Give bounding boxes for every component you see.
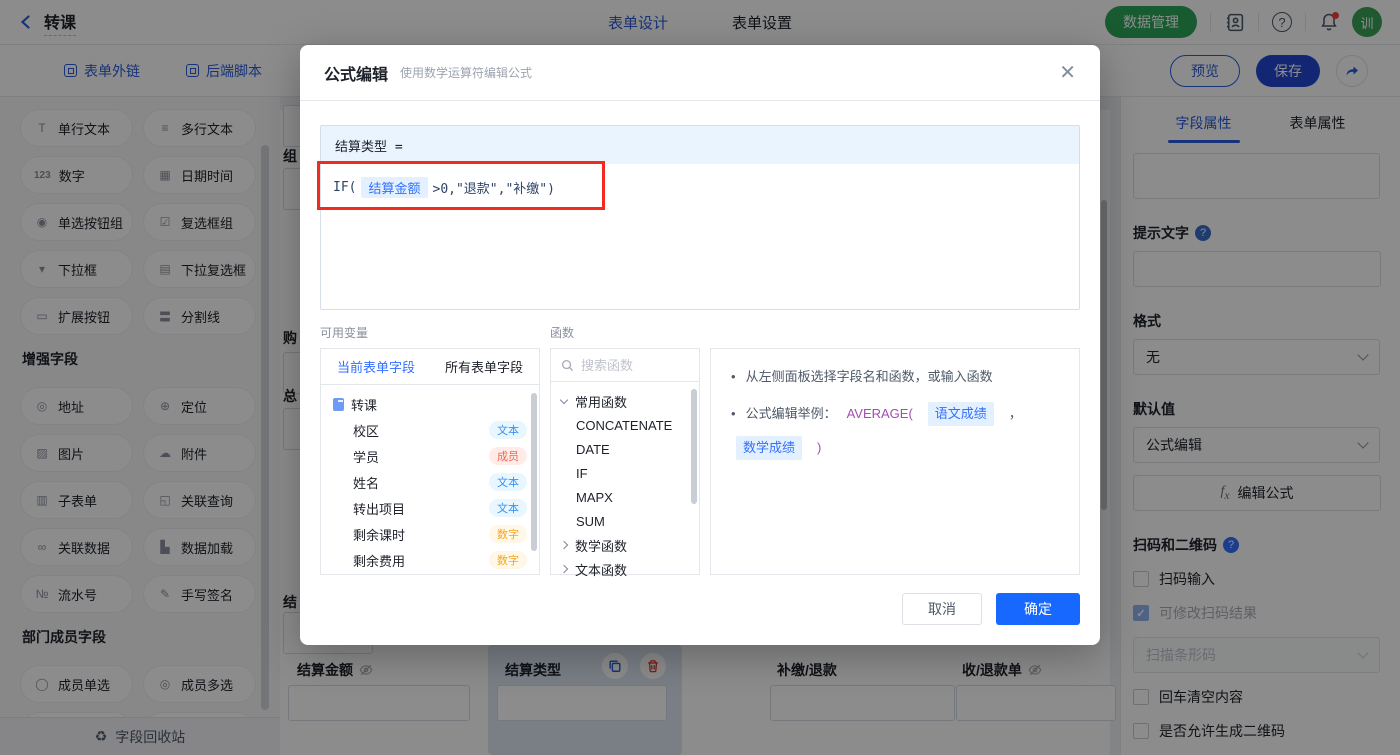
modal-footer: 取消 确定 — [902, 593, 1080, 625]
bullet: • — [731, 366, 736, 388]
close-icon[interactable]: ✕ — [1059, 63, 1076, 83]
example-close-paren: ) — [817, 437, 821, 459]
function-item-date[interactable]: DATE — [551, 437, 699, 461]
variable-row[interactable]: 剩余费用 数字 — [321, 547, 539, 573]
tip-line-2: • 公式编辑举例： AVERAGE( 语文成绩 ， 数学成绩 ) — [731, 402, 1059, 460]
panel-labels: 可用变量 函数 — [320, 324, 1080, 341]
functions-scrollbar[interactable] — [691, 389, 697, 504]
type-badge: 文本 — [489, 499, 527, 517]
function-group-text[interactable]: 文本函数 — [551, 557, 699, 581]
variables-list: 转课 校区 文本 学员 成员 姓名 文本 转出项目 — [321, 385, 539, 579]
modal-panels: 当前表单字段 所有表单字段 转课 校区 文本 学员 成员 — [320, 348, 1080, 575]
type-badge: 数字 — [489, 525, 527, 543]
modal-title: 公式编辑 — [324, 61, 388, 85]
form-doc-icon — [333, 398, 344, 411]
function-search-input[interactable] — [581, 358, 681, 373]
bullet: • — [731, 403, 736, 425]
tips-panel: • 从左侧面板选择字段名和函数，或输入函数 • 公式编辑举例： AVERAGE(… — [710, 348, 1080, 575]
variable-row[interactable]: 剩余课时 数字 — [321, 521, 539, 547]
type-badge: 文本 — [489, 473, 527, 491]
function-item-sum[interactable]: SUM — [551, 509, 699, 533]
chevron-right-icon — [560, 541, 568, 549]
variables-panel: 当前表单字段 所有表单字段 转课 校区 文本 学员 成员 — [320, 348, 540, 575]
example-function-name: AVERAGE( — [847, 403, 913, 425]
tab-current-form-fields[interactable]: 当前表单字段 — [337, 357, 415, 376]
function-group-common[interactable]: 常用函数 — [551, 389, 699, 413]
function-search — [551, 349, 699, 382]
variable-row[interactable]: 校区 文本 — [321, 417, 539, 443]
formula-target: 结算类型 = — [321, 126, 1079, 164]
function-group-math[interactable]: 数学函数 — [551, 533, 699, 557]
type-badge: 文本 — [489, 421, 527, 439]
example-field-tag: 数学成绩 — [736, 436, 802, 460]
functions-label: 函数 — [550, 324, 710, 341]
cancel-button[interactable]: 取消 — [902, 593, 982, 625]
variables-label: 可用变量 — [320, 324, 550, 341]
function-item-concatenate[interactable]: CONCATENATE — [551, 413, 699, 437]
formula-editor[interactable]: 结算类型 = IF( 结算金额 >0,"退款","补缴") — [320, 125, 1080, 310]
type-badge: 成员 — [489, 447, 527, 465]
functions-panel: 常用函数 CONCATENATE DATE IF MAPX SUM 数学函数 文… — [550, 348, 700, 575]
variable-row[interactable]: 学员 成员 — [321, 443, 539, 469]
variables-scrollbar[interactable] — [531, 393, 537, 551]
tab-all-form-fields[interactable]: 所有表单字段 — [445, 357, 523, 376]
type-badge: 数字 — [489, 551, 527, 569]
formula-editor-modal: 公式编辑 使用数学运算符编辑公式 ✕ 结算类型 = IF( 结算金额 >0,"退… — [300, 45, 1100, 645]
form-node[interactable]: 转课 — [321, 391, 539, 417]
chevron-down-icon — [560, 395, 568, 403]
confirm-button[interactable]: 确定 — [996, 593, 1080, 625]
variable-row[interactable]: 转出项目 文本 — [321, 495, 539, 521]
function-item-mapx[interactable]: MAPX — [551, 485, 699, 509]
example-field-tag: 语文成绩 — [928, 402, 994, 426]
function-item-if[interactable]: IF — [551, 461, 699, 485]
search-icon — [561, 359, 574, 372]
modal-header: 公式编辑 使用数学运算符编辑公式 ✕ — [300, 45, 1100, 101]
modal-subtitle: 使用数学运算符编辑公式 — [400, 64, 532, 81]
variables-tabs: 当前表单字段 所有表单字段 — [321, 349, 539, 385]
variable-row[interactable]: 姓名 文本 — [321, 469, 539, 495]
modal-body: 结算类型 = IF( 结算金额 >0,"退款","补缴") 可用变量 函数 当前… — [300, 125, 1100, 575]
annotation-highlight-box — [317, 161, 605, 210]
function-tree: 常用函数 CONCATENATE DATE IF MAPX SUM 数学函数 文… — [551, 382, 699, 588]
tip-line-1: • 从左侧面板选择字段名和函数，或输入函数 — [731, 366, 1059, 388]
chevron-right-icon — [560, 565, 568, 573]
